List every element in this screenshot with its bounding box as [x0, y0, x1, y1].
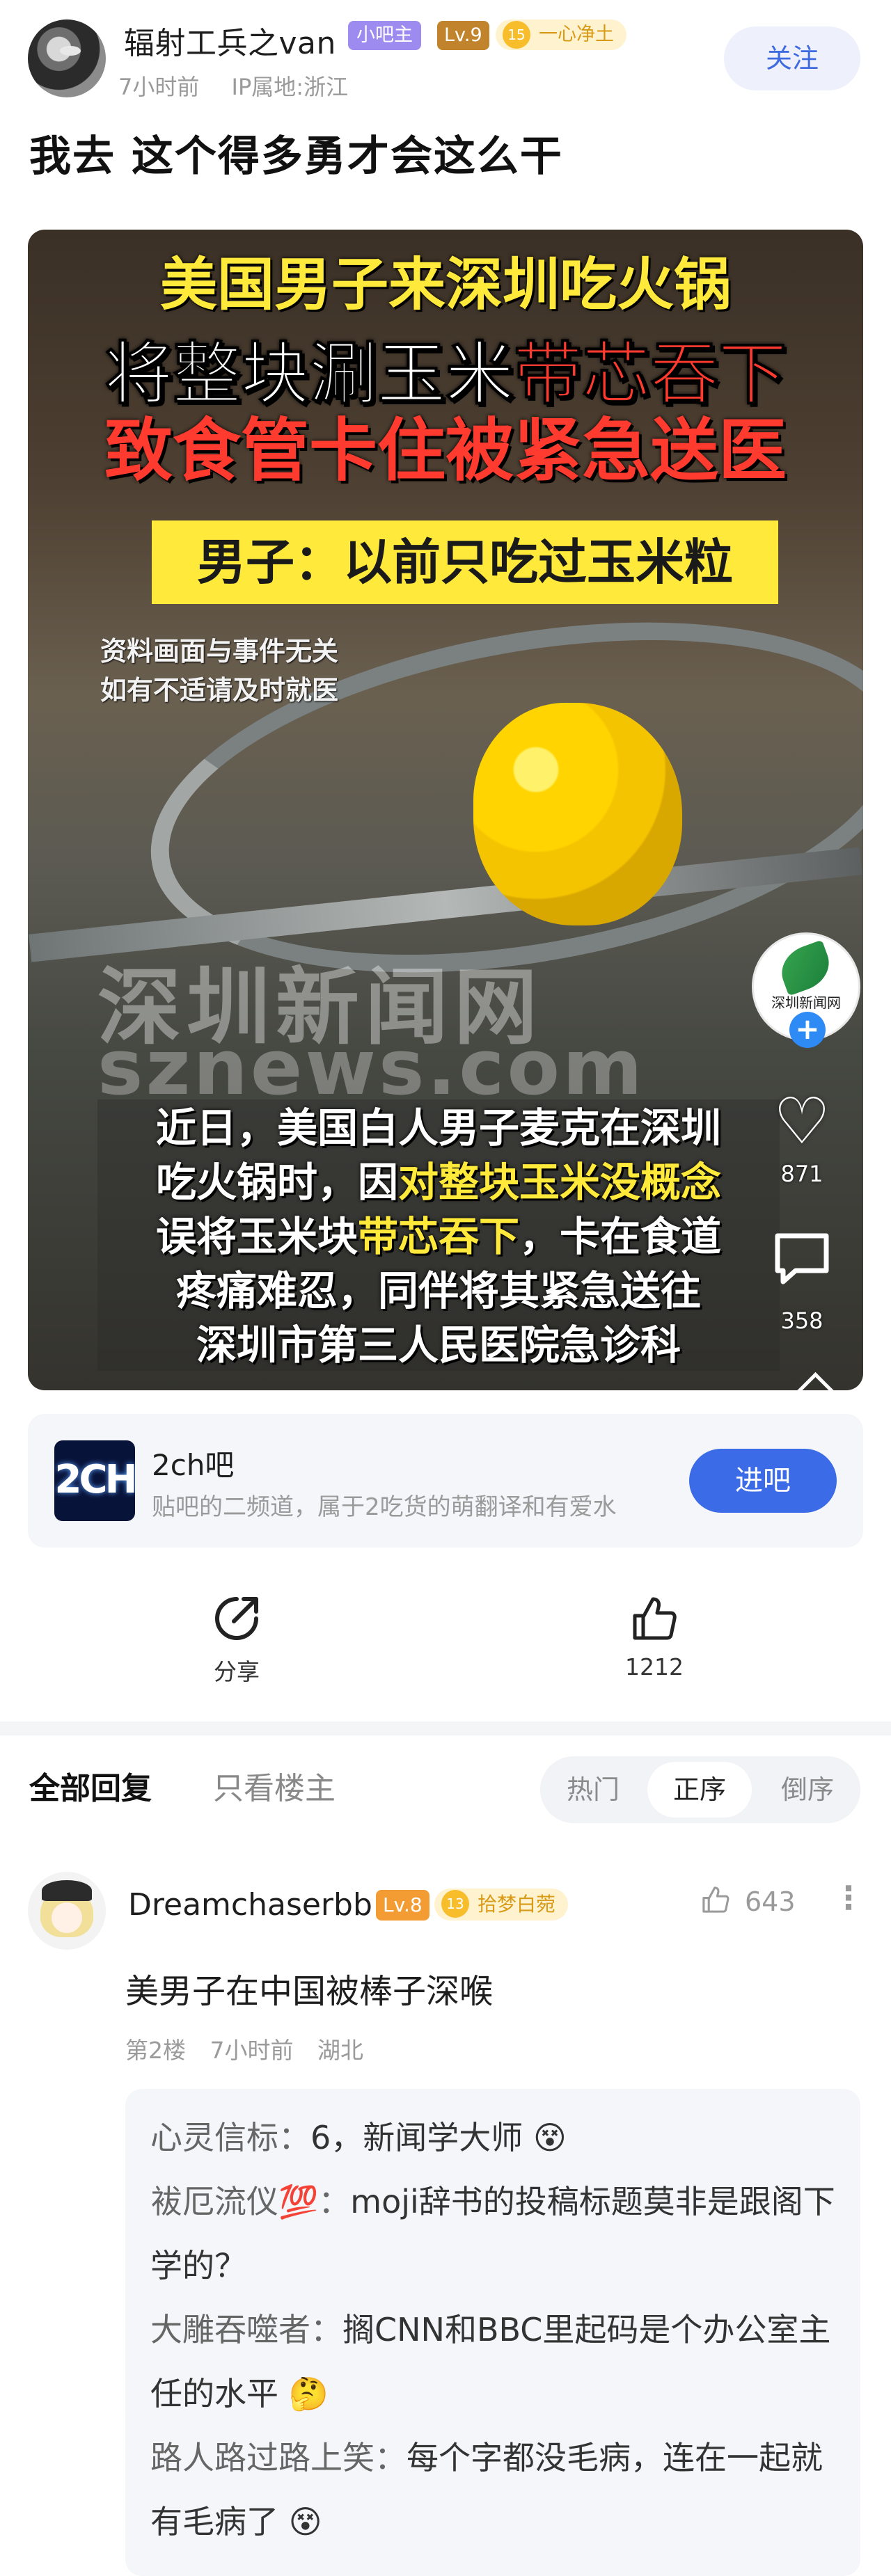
sub-reply-text: 6，新闻学大师 😵	[310, 2119, 567, 2156]
forum-logo: 2CH	[54, 1440, 135, 1521]
forum-card[interactable]: 2CH 2ch吧 贴吧的二频道，属于2吃货的萌翻译和有爱水 进吧	[28, 1414, 863, 1548]
channel-name: 深圳新闻网	[771, 994, 841, 1011]
video-like-count: 871	[780, 1161, 823, 1187]
follow-button[interactable]: 关注	[724, 26, 860, 90]
video-headline-1: 美国男子来深圳吃火锅	[159, 252, 731, 318]
video-disclaimer: 资料画面与事件无关 如有不适请及时就医	[100, 632, 338, 710]
caption-line-3: 误将玉米块带芯吞下，卡在食道	[97, 1209, 780, 1264]
post-time: 7小时前	[118, 74, 200, 100]
sort-ascending[interactable]: 正序	[647, 1762, 752, 1818]
sub-reply-author[interactable]: 大雕吞噬者	[150, 2311, 310, 2348]
channel-logo-icon	[774, 939, 837, 996]
sub-reply[interactable]: 路人路过路上笑：每个字都没毛病，连在一起就有毛病了 😵	[150, 2426, 839, 2554]
badge-gem-icon: 13	[441, 1890, 469, 1918]
video-comment-count: 358	[780, 1307, 823, 1334]
video-banner: 男子：以前只吃过玉米粒	[152, 520, 778, 604]
caption-line-5: 深圳市第三人民医院急诊科	[196, 1321, 681, 1369]
follow-channel-plus-icon[interactable]: +	[789, 1012, 826, 1048]
video-player[interactable]: 美国男子来深圳吃火锅 将整块涮玉米带芯吞下 致食管卡住被紧急送医 男子：以前只吃…	[28, 230, 863, 1390]
comment-location: 湖北	[317, 2037, 363, 2064]
comment-text: 美男子在中国被棒子深喉	[125, 1972, 494, 2011]
enter-forum-button[interactable]: 进吧	[689, 1449, 837, 1513]
comment-time: 7小时前	[210, 2037, 294, 2064]
badge-gem-icon: 15	[503, 21, 530, 49]
caption-line-2a: 吃火锅时，因	[155, 1159, 398, 1206]
video-share-icon[interactable]	[796, 1372, 835, 1390]
sub-reply[interactable]: 大雕吞噬者：搁CNN和BBC里起码是个办公室主任的水平 🤔	[150, 2298, 839, 2426]
title-badge-text: 一心净土	[539, 24, 614, 45]
sub-reply-author[interactable]: 路人路过路上笑	[150, 2439, 374, 2476]
post-meta: 7小时前 IP属地:浙江	[118, 70, 373, 102]
comment-meta: 第2楼 7小时前 湖北	[125, 2032, 380, 2065]
sort-descending[interactable]: 倒序	[759, 1756, 856, 1823]
share-label: 分享	[214, 1658, 260, 1685]
share-icon	[181, 1593, 292, 1649]
corn-image	[473, 703, 682, 925]
video-comment-button[interactable]: 358	[766, 1227, 838, 1334]
caption-line-2: 吃火锅时，因对整块玉米没概念	[97, 1155, 780, 1209]
tab-op-only[interactable]: 只看楼主	[213, 1763, 336, 1808]
disclaimer-line-2: 如有不适请及时就医	[100, 675, 339, 706]
caption-line-3a: 误将玉米块	[155, 1213, 358, 1260]
forum-logo-text: 2CH	[54, 1457, 135, 1502]
section-divider	[0, 1722, 891, 1735]
commenter-level-badge: Lv.8	[376, 1890, 429, 1921]
post-ip: IP属地:浙江	[231, 74, 349, 100]
author-name[interactable]: 辐射工兵之van	[124, 18, 336, 63]
thumbs-up-icon	[599, 1593, 710, 1649]
sub-reply[interactable]: 心灵信标：6，新闻学大师 😵	[150, 2106, 839, 2170]
comment-floor: 第2楼	[125, 2037, 186, 2064]
post-title: 我去 这个得多勇才会这么干	[29, 132, 563, 181]
comment-like-count: 643	[745, 1886, 796, 1917]
disclaimer-line-1: 资料画面与事件无关	[100, 636, 339, 667]
comment-bubble-icon	[766, 1227, 838, 1303]
commenter-title-text: 拾梦白菀	[478, 1893, 556, 1916]
caption-line-3c: ，卡在食道	[519, 1213, 722, 1260]
like-count: 1212	[625, 1653, 684, 1680]
video-like-button[interactable]: ♡ 871	[766, 1084, 838, 1188]
forum-name: 2ch吧	[152, 1448, 235, 1482]
caption-line-4: 疼痛难忍，同伴将其紧急送往	[175, 1267, 701, 1314]
commenter-title-badge: 13 拾梦白菀	[434, 1889, 569, 1921]
thumbs-up-icon	[700, 1883, 741, 1918]
caption-line-1: 近日，美国白人男子麦克在深圳	[155, 1104, 721, 1152]
sub-reply-author[interactable]: 袚厄流仪💯	[150, 2183, 318, 2220]
video-headline-3: 致食管卡住被紧急送医	[104, 411, 787, 491]
sub-replies[interactable]: 心灵信标：6，新闻学大师 😵 袚厄流仪💯：moji辞书的投稿标题莫非是跟阁下学的…	[125, 2089, 860, 2576]
caption-line-3b: 带芯吞下	[357, 1213, 519, 1260]
like-button[interactable]: 1212	[599, 1593, 710, 1680]
sub-reply[interactable]: 袚厄流仪💯：moji辞书的投稿标题莫非是跟阁下学的？	[150, 2170, 839, 2298]
video-caption: 近日，美国白人男子麦克在深圳 吃火锅时，因对整块玉米没概念 误将玉米块带芯吞下，…	[97, 1101, 780, 1372]
author-avatar[interactable]	[28, 19, 106, 97]
level-badge: Lv.9	[437, 21, 489, 50]
watermark-en: sznews.com	[97, 1023, 645, 1112]
sort-switcher: 热门 正序 倒序	[540, 1756, 860, 1823]
commenter-name[interactable]: Dreamchaserbb	[128, 1887, 372, 1923]
sort-hot[interactable]: 热门	[544, 1756, 642, 1823]
caption-line-2b: 对整块玉米没概念	[398, 1159, 722, 1206]
share-button[interactable]: 分享	[181, 1593, 292, 1687]
heart-icon: ♡	[773, 1084, 831, 1159]
more-options-icon[interactable]: ⋮	[833, 1879, 865, 1916]
sub-reply-author[interactable]: 心灵信标	[150, 2119, 278, 2156]
forum-description: 贴吧的二频道，属于2吃货的萌翻译和有爱水	[152, 1493, 617, 1521]
moderator-badge: 小吧主	[348, 21, 421, 50]
tab-all-replies[interactable]: 全部回复	[29, 1763, 152, 1808]
commenter-avatar[interactable]	[28, 1872, 106, 1950]
title-badge: 15 一心净土	[496, 19, 626, 50]
comment-like-button[interactable]: 643	[700, 1883, 796, 1918]
